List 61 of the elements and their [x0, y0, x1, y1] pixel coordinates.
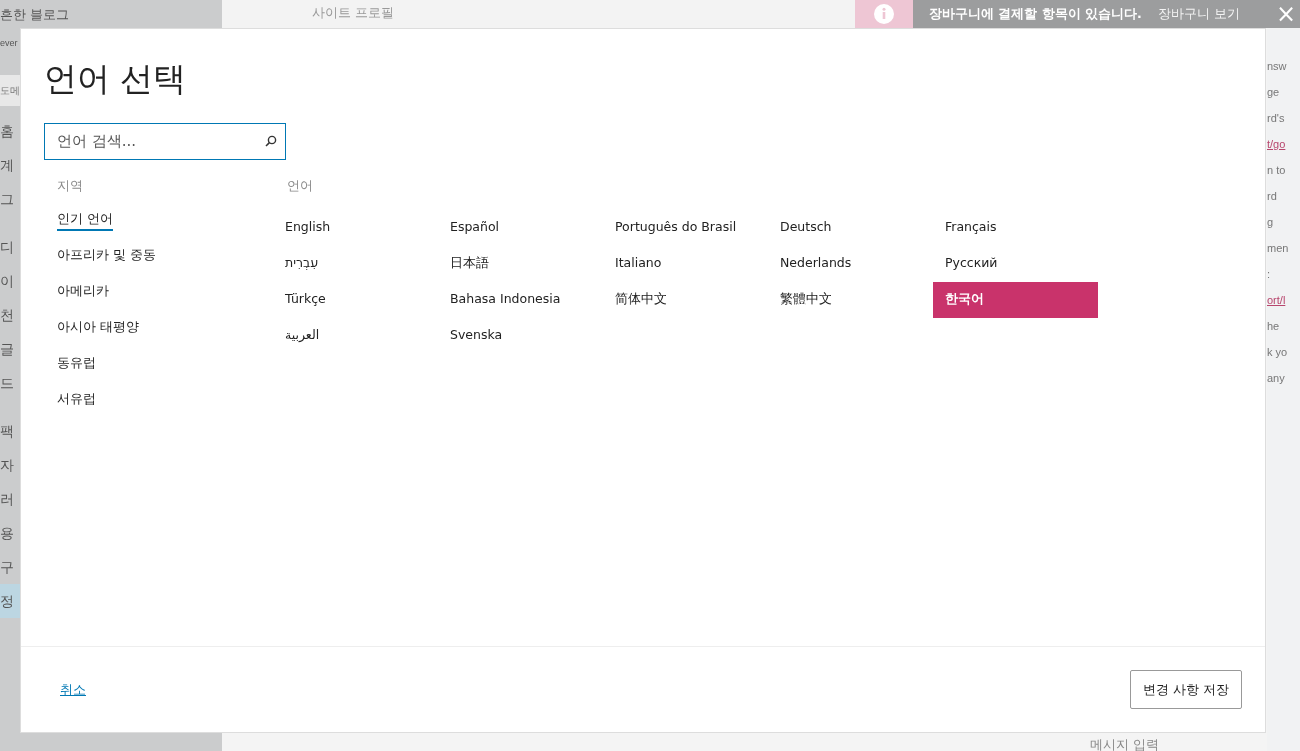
language-item[interactable]: 简体中文 — [603, 281, 768, 318]
sidebar-item[interactable]: 자 — [0, 456, 14, 474]
sidebar-item[interactable]: 글 — [0, 340, 14, 358]
cancel-link[interactable]: 취소 — [60, 679, 86, 700]
site-title: 흔한 블로그 — [0, 6, 70, 24]
body-text: rd's — [1267, 111, 1285, 126]
body-text: any — [1267, 371, 1285, 386]
body-text: g — [1267, 215, 1274, 230]
language-item[interactable]: Nederlands — [768, 245, 933, 282]
body-text: nsw — [1267, 59, 1287, 74]
sidebar-item[interactable]: 정 — [0, 592, 14, 610]
sidebar-item[interactable]: 구 — [0, 558, 14, 576]
search-field[interactable]: 언어 검색... — [44, 122, 286, 160]
sidebar-item[interactable]: 계 — [0, 156, 14, 174]
region-item[interactable]: 동유럽 — [57, 353, 96, 376]
sidebar-item[interactable]: 이 — [0, 272, 14, 290]
info-icon — [874, 4, 894, 24]
language-item[interactable]: English — [273, 209, 438, 246]
sidebar-item[interactable]: 드 — [0, 374, 14, 392]
sidebar-item[interactable]: 러 — [0, 490, 14, 508]
dialog-title: 언어 선택 — [44, 59, 188, 99]
notice-text: 장바구니에 결제할 항목이 있습니다. — [929, 4, 1142, 23]
language-item[interactable]: עִבְרִית — [273, 245, 438, 282]
language-item[interactable]: Italiano — [603, 245, 768, 282]
body-text: rd — [1267, 189, 1277, 204]
sidebar-item[interactable]: 디 — [0, 238, 14, 256]
column-header: 지역 — [57, 176, 84, 195]
region-item[interactable]: 서유럽 — [57, 389, 96, 412]
region-item[interactable]: 인기 언어 — [57, 209, 113, 232]
language-item[interactable]: Svenska — [438, 317, 603, 354]
sidebar-item[interactable]: 홈 — [0, 122, 14, 140]
save-button[interactable]: 변경 사항 저장 — [1129, 669, 1242, 710]
body-text: : — [1267, 267, 1271, 282]
sidebar-item[interactable]: 팩 — [0, 422, 14, 440]
language-item[interactable]: Türkçe — [273, 281, 438, 318]
language-item[interactable]: 한국어 — [933, 281, 1098, 318]
sidebar-item[interactable]: 그 — [0, 190, 14, 208]
language-item[interactable]: Español — [438, 209, 603, 246]
sidebar-item[interactable]: 용 — [0, 524, 14, 542]
site-subtitle: ever — [0, 37, 18, 50]
region-item[interactable]: 아프리카 및 중동 — [57, 245, 156, 268]
body-text: men — [1267, 241, 1289, 256]
sidebar-item[interactable]: 천 — [0, 306, 14, 324]
body-text: ge — [1267, 85, 1280, 100]
region-item[interactable]: 아메리카 — [57, 281, 109, 304]
body-text: n to — [1267, 163, 1286, 178]
body-text: he — [1267, 319, 1280, 334]
language-item[interactable]: Français — [933, 209, 1098, 246]
body-text: k yo — [1267, 345, 1288, 360]
link-text[interactable]: t/go — [1267, 136, 1286, 162]
language-item[interactable]: العربية — [273, 317, 438, 354]
search-icon — [265, 134, 277, 147]
column-header: 언어 — [286, 176, 314, 195]
language-item[interactable]: 日本語 — [438, 245, 603, 282]
language-item[interactable]: Português do Brasil — [603, 209, 768, 246]
language-item[interactable]: Bahasa Indonesia — [438, 281, 603, 318]
language-item[interactable]: Русский — [933, 245, 1098, 282]
language-item[interactable]: 繁體中文 — [768, 281, 933, 318]
language-item[interactable]: Deutsch — [768, 209, 933, 246]
link-text[interactable]: ort/l — [1267, 292, 1286, 318]
region-item[interactable]: 아시아 태평양 — [57, 317, 139, 340]
